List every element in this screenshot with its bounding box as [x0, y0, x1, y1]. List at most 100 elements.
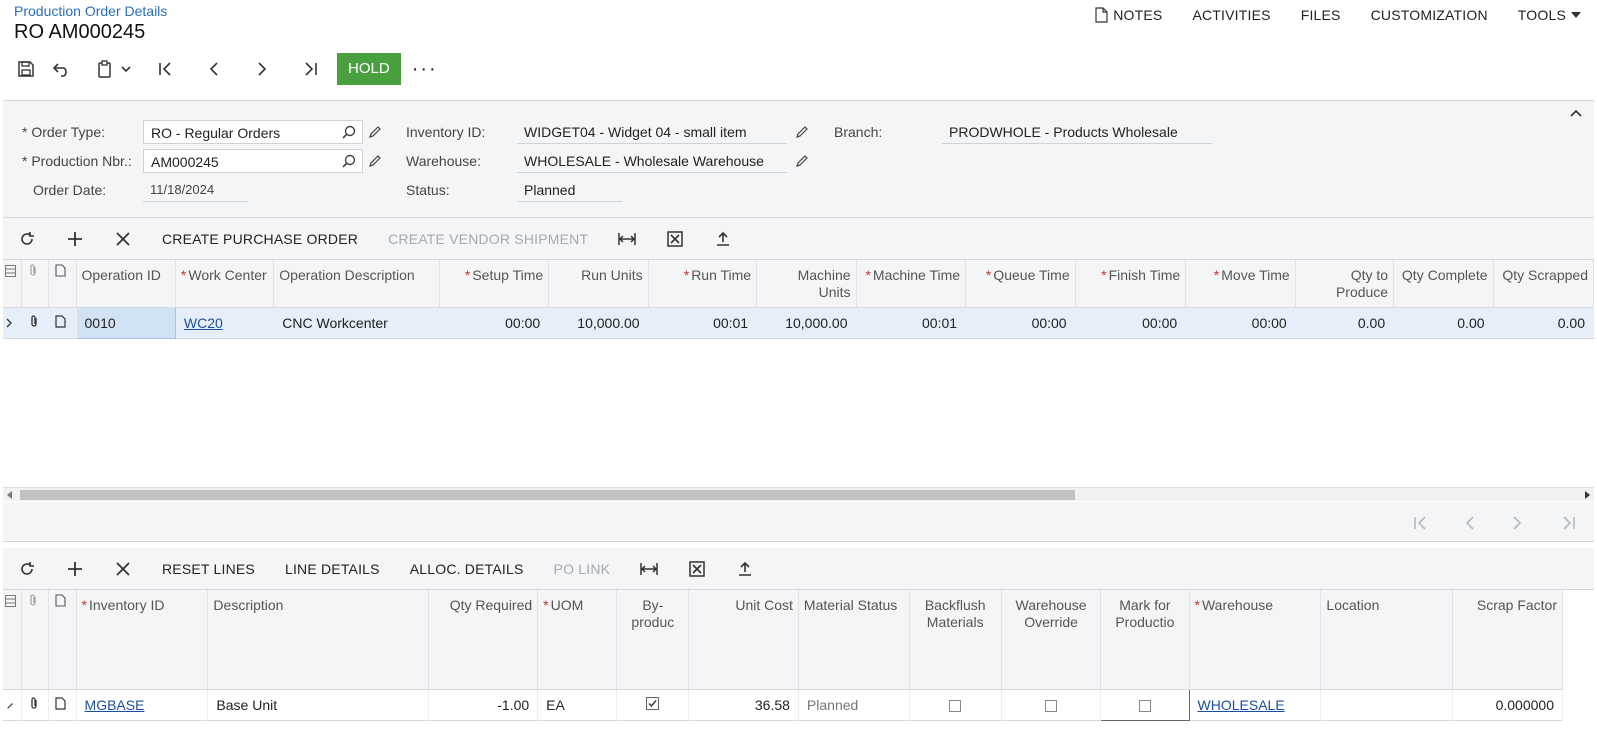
refresh-button[interactable]: [3, 561, 51, 577]
col-inventory-id[interactable]: * Inventory ID: [76, 590, 209, 690]
cell-backflush-materials[interactable]: [909, 689, 1002, 720]
last-page-icon[interactable]: [1560, 515, 1576, 531]
col-description[interactable]: Description: [207, 590, 429, 690]
branch-field[interactable]: PRODWHOLE - Products Wholesale: [942, 120, 1212, 144]
col-by-product[interactable]: By-produc: [616, 590, 690, 690]
inventory-id-link[interactable]: MGBASE: [85, 697, 145, 713]
clipboard-button[interactable]: [86, 53, 142, 85]
hold-button[interactable]: HOLD: [337, 53, 401, 85]
row-settings-header[interactable]: [3, 590, 22, 690]
first-page-icon[interactable]: [1413, 515, 1429, 531]
cell-qty-complete[interactable]: 0.00: [1393, 307, 1494, 339]
cell-qty-to-produce[interactable]: 0.00: [1295, 307, 1395, 339]
cell-scrap-factor[interactable]: 0.000000: [1452, 689, 1563, 720]
more-actions-button[interactable]: ···: [401, 59, 449, 79]
work-center-link[interactable]: WC20: [184, 315, 223, 331]
order-date-field[interactable]: 11/18/2024: [143, 178, 248, 202]
col-machine-units[interactable]: Machine Units: [756, 260, 857, 308]
warehouse-link[interactable]: WHOLESALE: [1198, 697, 1285, 713]
col-qty-required[interactable]: Qty Required: [428, 590, 539, 690]
col-scrap-factor[interactable]: Scrap Factor: [1452, 590, 1563, 690]
cell-warehouse[interactable]: WHOLESALE: [1189, 689, 1322, 720]
row-settings-header[interactable]: [3, 260, 22, 308]
create-vendor-shipment-button[interactable]: CREATE VENDOR SHIPMENT: [373, 231, 603, 247]
col-machine-time[interactable]: * Machine Time: [856, 260, 967, 308]
edit-icon[interactable]: [795, 154, 809, 168]
cell-finish-time[interactable]: 00:00: [1075, 307, 1187, 339]
files-menu[interactable]: FILES: [1301, 7, 1341, 23]
cell-setup-time[interactable]: 00:00: [439, 307, 550, 339]
reset-lines-button[interactable]: RESET LINES: [147, 561, 270, 577]
edit-icon[interactable]: [368, 125, 382, 139]
cell-warehouse-override[interactable]: [1001, 689, 1102, 720]
cell-machine-time[interactable]: 00:01: [856, 307, 967, 339]
next-record-button[interactable]: [238, 53, 286, 85]
col-mark-for-production[interactable]: Mark for Productio: [1100, 590, 1190, 690]
row-attachment[interactable]: [21, 307, 50, 339]
inventory-id-field[interactable]: WIDGET04 - Widget 04 - small item: [517, 120, 787, 144]
upload-button[interactable]: [721, 561, 769, 577]
scroll-right-icon[interactable]: [1584, 491, 1590, 499]
col-queue-time[interactable]: * Queue Time: [965, 260, 1076, 308]
delete-row-button[interactable]: [99, 231, 147, 246]
next-page-icon[interactable]: [1511, 515, 1523, 531]
cell-qty-scrapped[interactable]: 0.00: [1493, 307, 1595, 339]
col-run-units[interactable]: Run Units: [548, 260, 649, 308]
activities-menu[interactable]: ACTIVITIES: [1192, 7, 1270, 23]
col-warehouse-override[interactable]: Warehouse Override: [1001, 590, 1102, 690]
col-warehouse[interactable]: * Warehouse: [1189, 590, 1322, 690]
checkbox[interactable]: [949, 699, 962, 712]
col-qty-to-produce[interactable]: Qty to Produce: [1295, 260, 1395, 308]
scrollbar-thumb[interactable]: [20, 490, 1075, 500]
col-operation-description[interactable]: Operation Description: [273, 260, 440, 308]
col-move-time[interactable]: * Move Time: [1185, 260, 1296, 308]
checkbox[interactable]: [1138, 699, 1151, 712]
col-backflush-materials[interactable]: Backflush Materials: [909, 590, 1002, 690]
cell-qty-required[interactable]: -1.00: [428, 689, 539, 720]
production-nbr-field[interactable]: AM000245: [143, 149, 363, 173]
previous-page-icon[interactable]: [1464, 515, 1476, 531]
cell-operation-id[interactable]: 0010: [75, 306, 176, 339]
col-work-center[interactable]: * Work Center: [175, 260, 275, 308]
col-qty-scrapped[interactable]: Qty Scrapped: [1493, 260, 1595, 308]
cell-unit-cost[interactable]: 36.58: [688, 689, 799, 720]
cell-inventory-id[interactable]: MGBASE: [76, 689, 209, 720]
previous-record-button[interactable]: [190, 53, 238, 85]
cell-machine-units[interactable]: 10,000.00: [756, 307, 857, 339]
line-details-button[interactable]: LINE DETAILS: [270, 561, 395, 577]
save-button[interactable]: [14, 53, 38, 85]
col-uom[interactable]: * UOM: [537, 590, 618, 690]
cell-run-time[interactable]: 00:01: [648, 307, 758, 339]
scroll-left-icon[interactable]: [7, 491, 13, 499]
first-record-button[interactable]: [142, 53, 190, 85]
cell-description[interactable]: Base Unit: [207, 689, 429, 720]
undo-button[interactable]: [38, 53, 86, 85]
row-attachment[interactable]: [21, 689, 50, 720]
notes-menu[interactable]: NOTES: [1095, 7, 1162, 23]
warehouse-field[interactable]: WHOLESALE - Wholesale Warehouse: [517, 149, 787, 173]
export-excel-button[interactable]: [651, 230, 699, 247]
upload-button[interactable]: [699, 231, 747, 247]
cell-queue-time[interactable]: 00:00: [965, 307, 1076, 339]
cell-move-time[interactable]: 00:00: [1185, 307, 1296, 339]
edit-icon[interactable]: [368, 154, 382, 168]
col-material-status[interactable]: Material Status: [798, 590, 910, 690]
last-record-button[interactable]: [286, 53, 334, 85]
refresh-button[interactable]: [3, 231, 51, 247]
search-icon[interactable]: [342, 154, 356, 168]
horizontal-scrollbar[interactable]: [3, 487, 1594, 501]
table-row[interactable]: MGBASE Base Unit -1.00 EA 36.58 Planned …: [3, 688, 1563, 721]
cell-by-product[interactable]: [616, 689, 690, 720]
col-unit-cost[interactable]: Unit Cost: [688, 590, 799, 690]
checkbox-checked-icon[interactable]: [646, 696, 660, 710]
row-expander[interactable]: [3, 307, 22, 339]
fit-columns-button[interactable]: [603, 232, 651, 246]
breadcrumb[interactable]: Production Order Details: [14, 3, 167, 19]
collapse-icon[interactable]: [1570, 109, 1582, 117]
cell-uom[interactable]: EA: [537, 689, 618, 720]
cell-work-center[interactable]: WC20: [175, 307, 275, 339]
edit-icon[interactable]: [795, 125, 809, 139]
search-icon[interactable]: [342, 125, 356, 139]
fit-columns-button[interactable]: [625, 562, 673, 576]
col-setup-time[interactable]: * Setup Time: [439, 260, 550, 308]
